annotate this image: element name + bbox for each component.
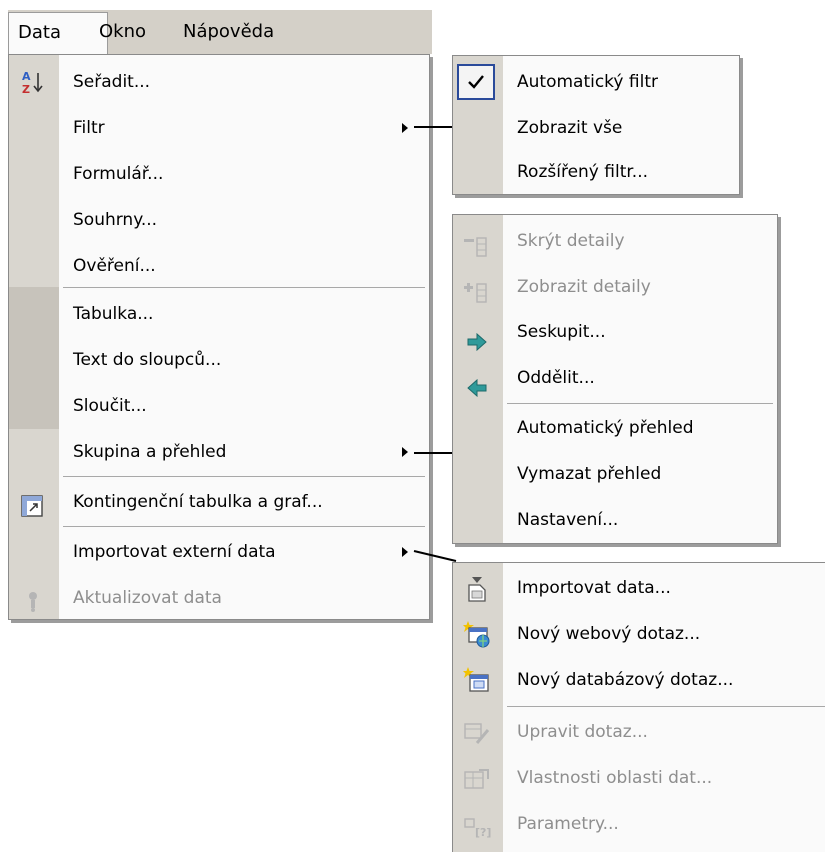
menu-separator [63, 526, 425, 527]
menu-item-overeni[interactable]: Ověření... [9, 243, 429, 289]
menu-item-souhrny[interactable]: Souhrny... [9, 197, 429, 243]
menu-item-filtr[interactable]: Filtr [9, 105, 429, 151]
menu-item-parametry: [?] Parametry... [453, 801, 825, 847]
menu-item-label: Nastavení... [517, 510, 619, 530]
menu-item-label: Zobrazit detaily [517, 277, 651, 297]
svg-text:Z: Z [22, 83, 30, 96]
menu-item-label: Skupina a přehled [73, 442, 227, 462]
menu-item-tabulka[interactable]: Tabulka... [9, 291, 429, 337]
menu-item-label: Automatický přehled [517, 418, 694, 438]
svg-text:A: A [22, 70, 31, 83]
menu-item-label: Automatický filtr [517, 72, 658, 92]
menu-item-label: Kontingenční tabulka a graf... [73, 492, 323, 512]
menu-item-zobrazit-detaily: Zobrazit detaily [453, 264, 777, 310]
menu-item-vymazat-prehled[interactable]: Vymazat přehled [453, 451, 777, 497]
menu-item-label: Oddělit... [517, 368, 595, 388]
menu-item-label: Vymazat přehled [517, 464, 662, 484]
menu-item-text-do-sloupcu[interactable]: Text do sloupců... [9, 337, 429, 383]
new-database-query-icon [463, 666, 491, 712]
menu-bar: Data Okno Nápověda [8, 10, 432, 56]
submenu-arrow-icon [402, 123, 408, 133]
menu-item-skupina-a-prehled[interactable]: Skupina a přehled [9, 429, 429, 475]
menu-item-seradit[interactable]: A Z Seřadit... [9, 59, 429, 105]
menu-item-aktualizovat-data: Aktualizovat data [9, 575, 429, 621]
menu-item-label: Importovat data... [517, 578, 671, 598]
menu-separator [507, 706, 825, 707]
menu-item-zobrazit-vse[interactable]: Zobrazit vše [453, 105, 739, 151]
menu-item-oddelit[interactable]: Oddělit... [453, 355, 777, 401]
menu-item-kontingencni-tabulka[interactable]: Kontingenční tabulka a graf... [9, 479, 429, 525]
menu-item-rozsireny-filtr[interactable]: Rozšířený filtr... [453, 149, 739, 195]
menu-item-label: Rozšířený filtr... [517, 162, 649, 182]
menubar-item-okno[interactable]: Okno [99, 10, 146, 54]
menu-item-automaticky-filtr[interactable]: Automatický filtr [453, 59, 739, 105]
menubar-item-napoveda[interactable]: Nápověda [183, 10, 274, 54]
menu-item-vlastnosti-oblasti-dat: Vlastnosti oblasti dat... [453, 755, 825, 801]
menu-separator [63, 287, 425, 288]
menu-item-upravit-dotaz: Upravit dotaz... [453, 709, 825, 755]
import-data-submenu: Importovat data... Nový webový dotaz... … [452, 562, 825, 852]
menu-item-label: Aktualizovat data [73, 588, 222, 608]
menu-item-label: Upravit dotaz... [517, 722, 648, 742]
menu-item-automaticky-prehled[interactable]: Automatický přehled [453, 405, 777, 451]
menu-item-label: Souhrny... [73, 210, 158, 230]
menu-item-sloucit[interactable]: Sloučit... [9, 383, 429, 429]
menubar-item-data[interactable]: Data [8, 12, 108, 56]
submenu-connector [414, 126, 454, 128]
submenu-arrow-icon [402, 547, 408, 557]
menu-item-label: Nový databázový dotaz... [517, 670, 734, 690]
menu-item-label: Tabulka... [73, 304, 154, 324]
menu-separator [63, 476, 425, 477]
menu-item-label: Filtr [73, 118, 105, 138]
menu-item-label: Vlastnosti oblasti dat... [517, 768, 713, 788]
filter-submenu: Automatický filtr Zobrazit vše Rozšířený… [452, 55, 740, 195]
submenu-connector [414, 452, 454, 454]
menu-item-importovat-externi-data[interactable]: Importovat externí data [9, 529, 429, 575]
menu-item-formular[interactable]: Formulář... [9, 151, 429, 197]
parameters-icon: [?] [463, 812, 491, 858]
menu-item-label: Seskupit... [517, 322, 606, 342]
menu-item-label: Sloučit... [73, 396, 147, 416]
menu-item-label: Ověření... [73, 256, 156, 276]
menu-item-label: Skrýt detaily [517, 231, 625, 251]
menu-item-novy-databazovy-dotaz[interactable]: Nový databázový dotaz... [453, 657, 825, 703]
group-outline-submenu: Skrýt detaily Zobrazit detaily Seskupit.… [452, 214, 778, 544]
data-menu: A Z Seřadit... Filtr Formulář... Souhrny… [8, 54, 430, 620]
refresh-data-icon [24, 586, 42, 632]
submenu-arrow-icon [402, 447, 408, 457]
menu-item-label: Parametry... [517, 814, 619, 834]
menu-item-novy-webovy-dotaz[interactable]: Nový webový dotaz... [453, 611, 825, 657]
menu-item-importovat-data[interactable]: Importovat data... [453, 565, 825, 611]
menu-item-skryt-detaily: Skrýt detaily [453, 218, 777, 264]
menu-item-nastaveni[interactable]: Nastavení... [453, 497, 777, 543]
menu-item-label: Formulář... [73, 164, 164, 184]
menu-item-label: Text do sloupců... [73, 350, 222, 370]
menu-item-label: Seřadit... [73, 72, 151, 92]
menu-item-label: Nový webový dotaz... [517, 624, 701, 644]
menu-item-seskupit[interactable]: Seskupit... [453, 309, 777, 355]
menu-item-label: Zobrazit vše [517, 118, 623, 138]
menu-item-label: Importovat externí data [73, 542, 276, 562]
menu-separator [507, 403, 773, 404]
svg-text:[?]: [?] [475, 826, 491, 839]
